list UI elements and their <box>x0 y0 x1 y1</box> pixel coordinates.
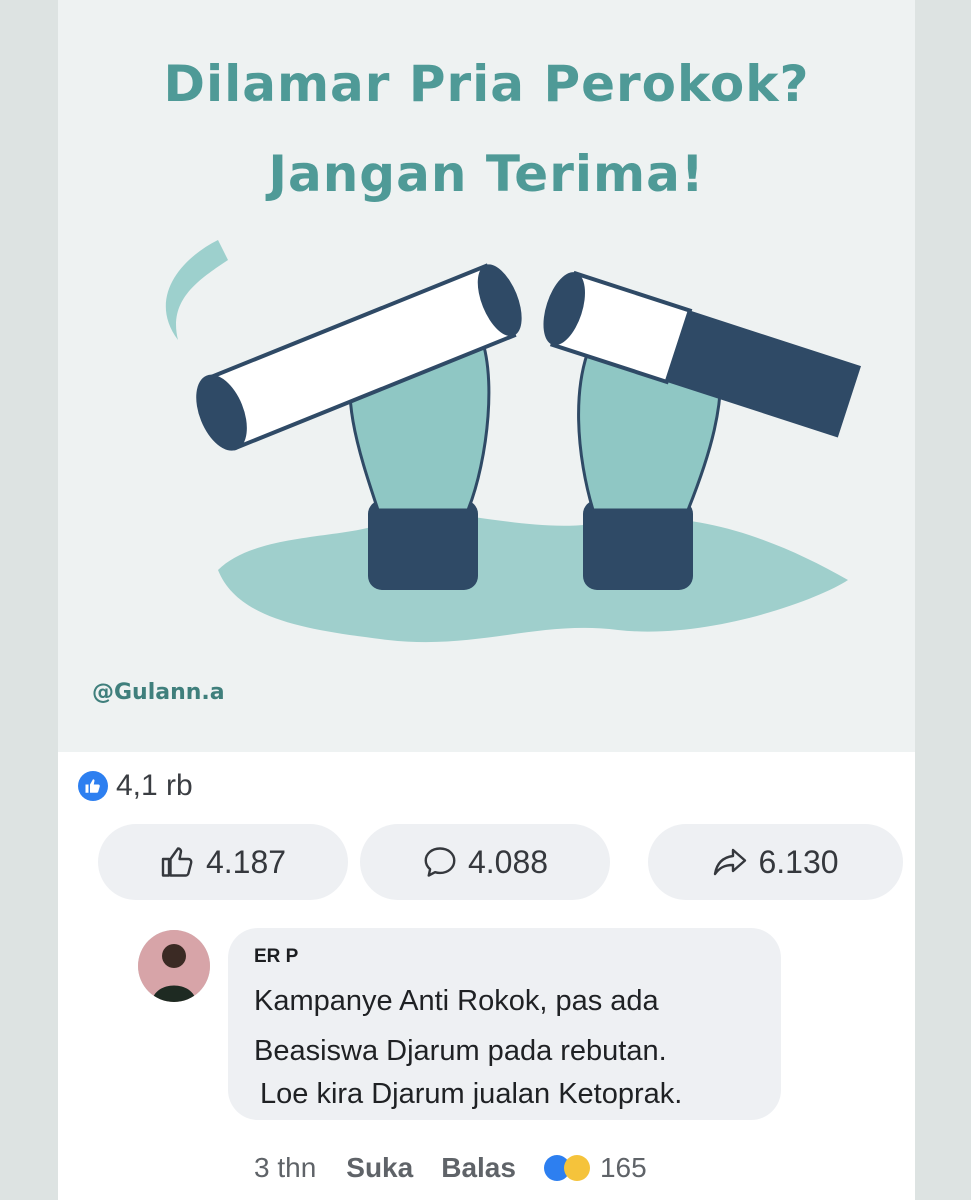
comment-button[interactable]: 4.088 <box>360 824 610 900</box>
share-icon <box>714 848 747 876</box>
share-count: 6.130 <box>758 843 839 880</box>
post-card: Dilamar Pria Perokok? Jangan Terima! @Gu… <box>58 0 915 1200</box>
smoke-shape <box>165 240 228 340</box>
reaction-summary[interactable]: 4,1 rb <box>78 766 193 806</box>
like-icon <box>78 771 108 801</box>
comment-reply-button[interactable]: Balas <box>441 1152 516 1184</box>
like-count: 4.187 <box>205 843 287 880</box>
left-sleeve <box>368 500 478 590</box>
comment-reaction-count: 165 <box>599 1152 647 1183</box>
comment-icon <box>424 847 456 877</box>
comment-author[interactable]: ER P <box>254 946 298 968</box>
comment-count: 4.088 <box>467 843 549 880</box>
post-image[interactable]: Dilamar Pria Perokok? Jangan Terima! @Gu… <box>58 0 915 752</box>
artist-credit: @Gulann.a <box>92 680 225 705</box>
like-button[interactable]: 4.187 <box>98 824 348 900</box>
poster-title-line-2: Jangan Terima! <box>268 145 705 203</box>
comment-text-line: Beasiswa Djarum pada rebutan. <box>254 1035 667 1067</box>
comment-text-line: Loe kira Djarum jualan Ketoprak. <box>260 1078 683 1110</box>
comment-meta: 3 thn Suka Balas 165 <box>254 1146 647 1190</box>
avatar[interactable] <box>138 930 210 1002</box>
share-button[interactable]: 6.130 <box>648 824 903 900</box>
comment-bubble: ER P Kampanye Anti Rokok, pas ada Beasis… <box>228 928 781 1120</box>
right-sleeve <box>583 500 693 590</box>
thumbs-up-icon <box>161 847 193 877</box>
comment-reactions[interactable] <box>543 1155 590 1181</box>
haha-icon <box>563 1155 590 1181</box>
comment-timestamp: 3 thn <box>254 1152 317 1183</box>
avatar-image <box>138 930 210 1002</box>
water-puddle <box>218 514 848 643</box>
comment-like-button[interactable]: Suka <box>346 1152 413 1184</box>
poster-title-line-1: Dilamar Pria Perokok? <box>163 55 810 113</box>
broken-cigarette-illustration <box>165 240 861 643</box>
comment-text-line: Kampanye Anti Rokok, pas ada <box>254 985 659 1017</box>
reaction-count: 4,1 rb <box>116 769 193 802</box>
